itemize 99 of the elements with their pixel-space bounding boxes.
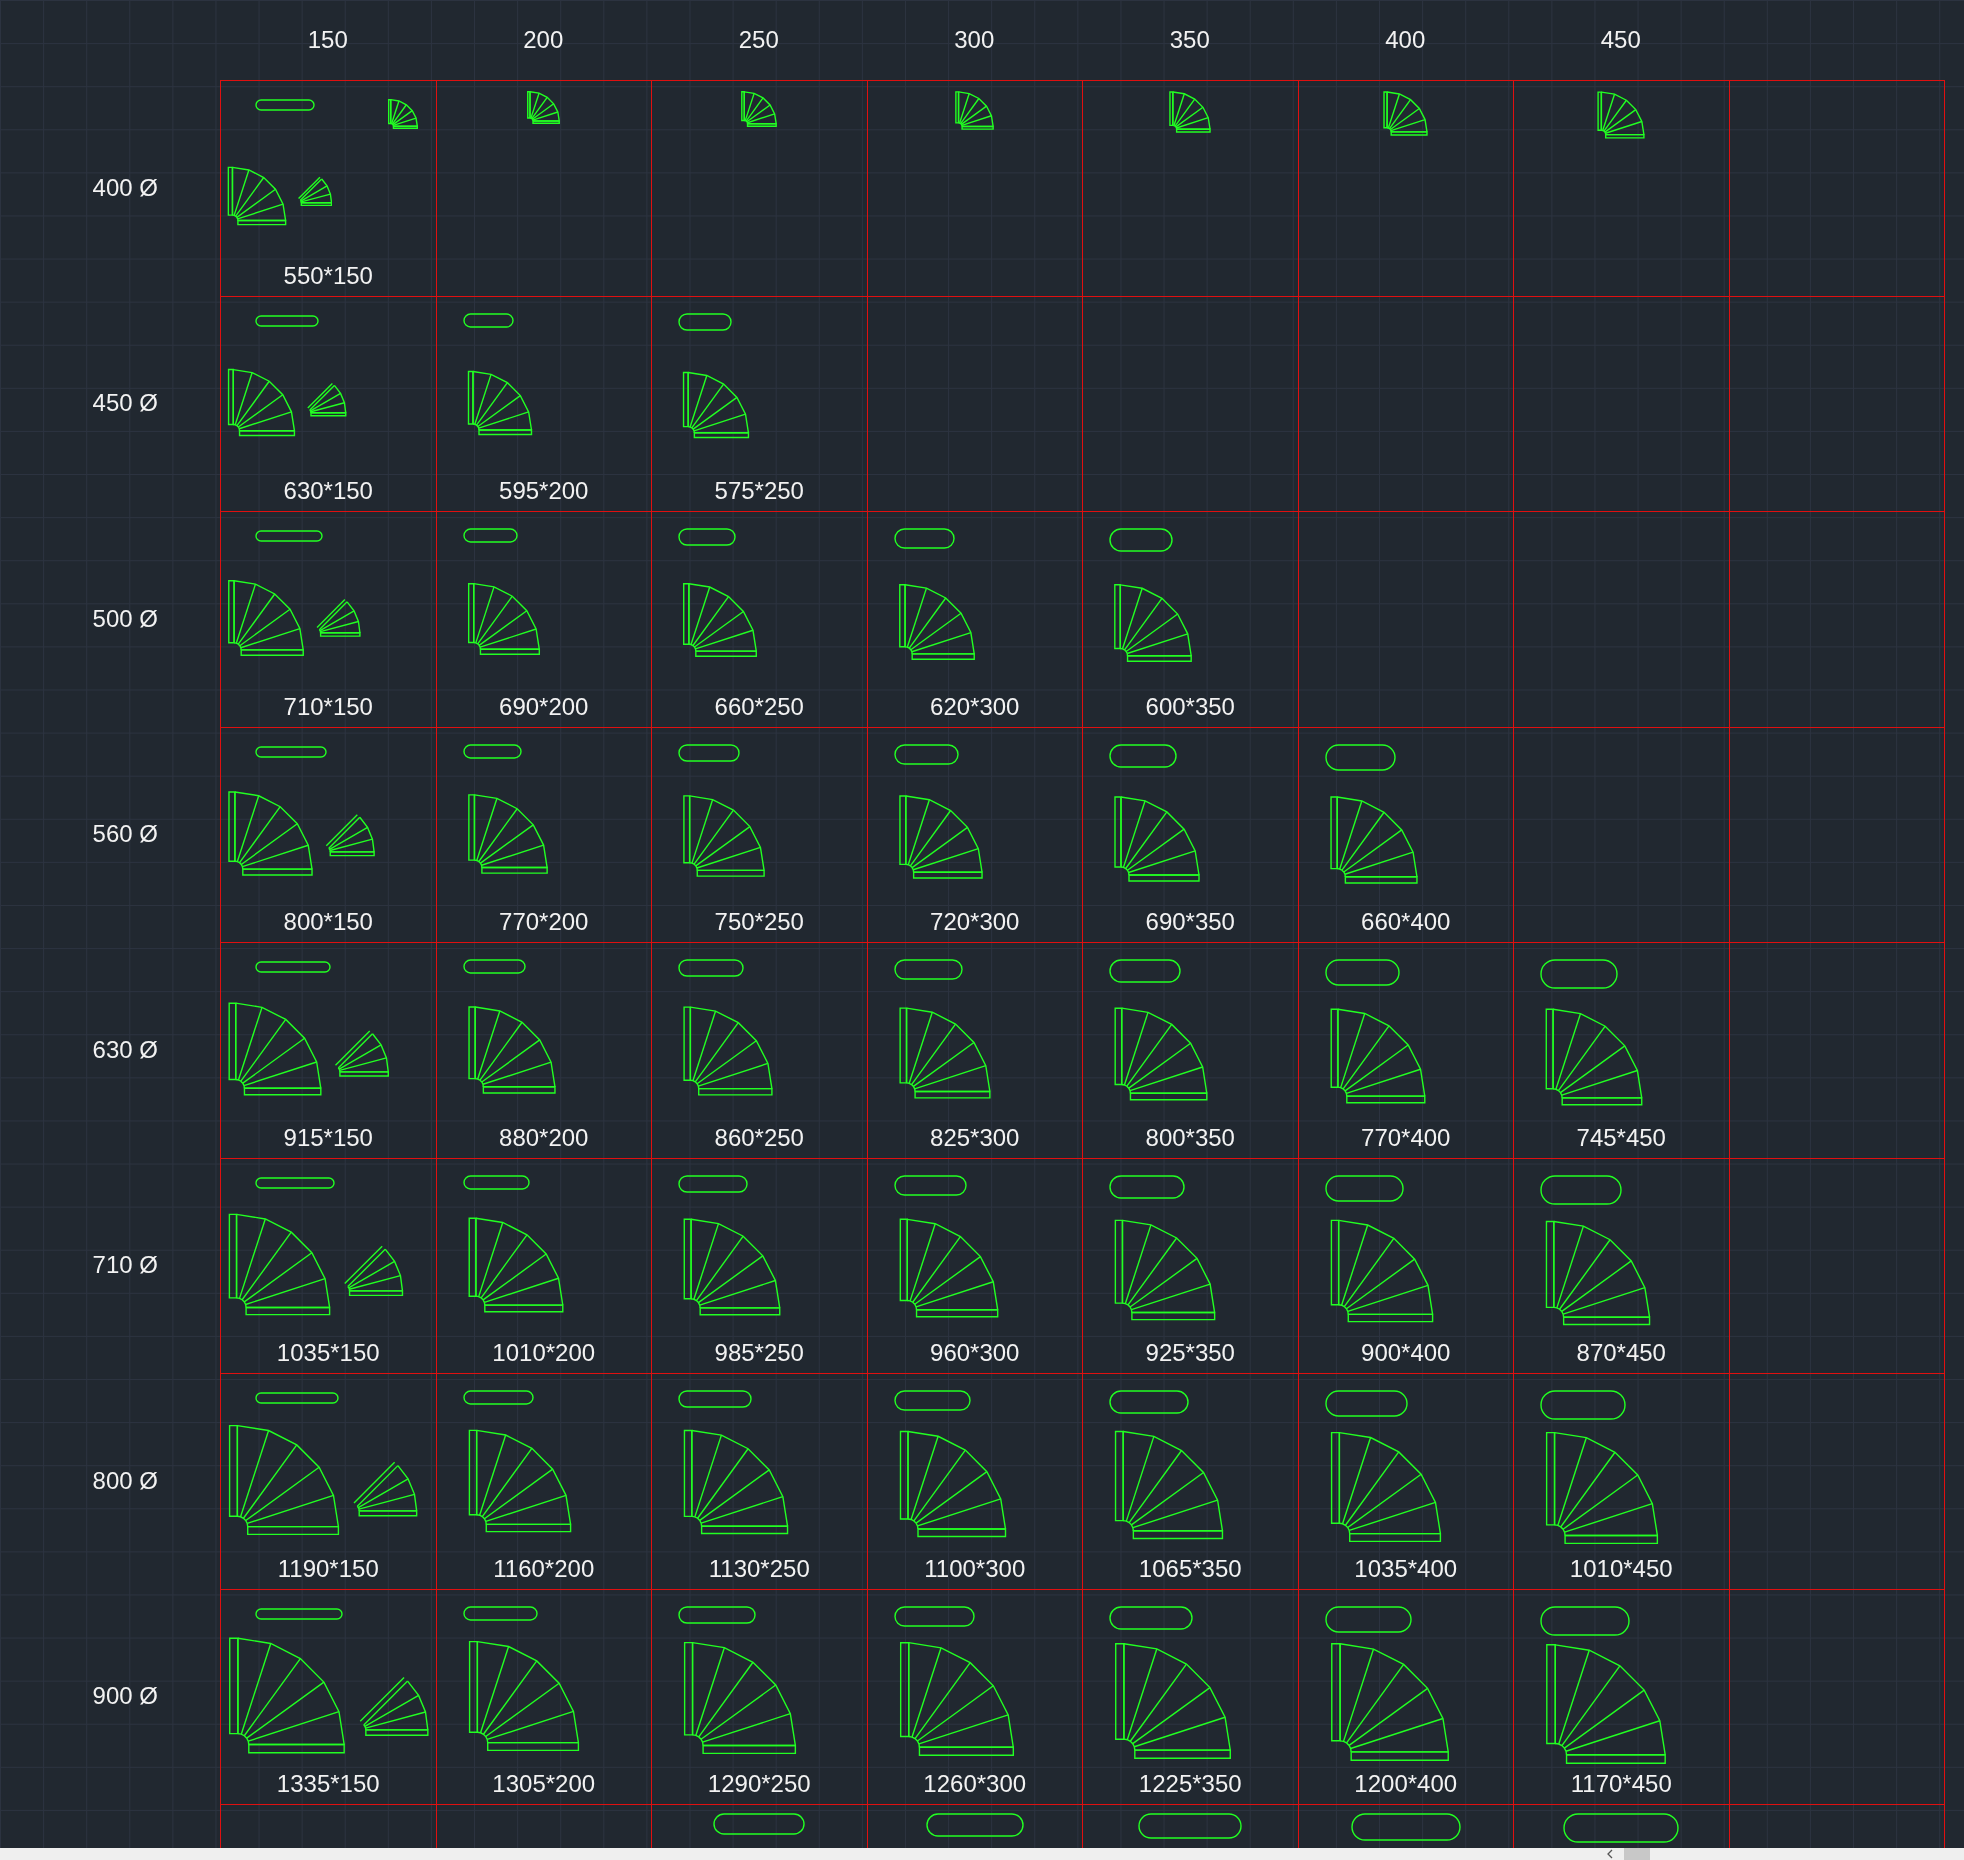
size-label: 1305*200 bbox=[492, 1772, 596, 1796]
size-label: 750*250 bbox=[714, 910, 804, 934]
size-label: 660*400 bbox=[1361, 910, 1451, 934]
column-header: 400 bbox=[1385, 25, 1426, 55]
size-label: 860*250 bbox=[714, 1125, 804, 1150]
elbow-drawing bbox=[297, 176, 333, 207]
elbow-drawing bbox=[527, 91, 561, 124]
size-label: 690*200 bbox=[499, 694, 589, 719]
oval-outline-drawing bbox=[462, 528, 518, 543]
elbow-drawing bbox=[1169, 91, 1212, 133]
elbow-drawing bbox=[315, 597, 362, 638]
elbow-drawing bbox=[466, 370, 533, 437]
size-label: 1035*150 bbox=[276, 1341, 380, 1365]
oval-outline-drawing bbox=[255, 314, 319, 327]
column-header: 350 bbox=[1169, 25, 1210, 55]
elbow-drawing bbox=[333, 1028, 390, 1078]
oval-outline-drawing bbox=[678, 312, 732, 331]
size-label: 720*300 bbox=[930, 910, 1020, 934]
size-label: 620*300 bbox=[930, 694, 1020, 719]
size-label: 600*350 bbox=[1145, 694, 1235, 719]
oval-outline-drawing bbox=[893, 743, 959, 765]
size-label: 960*300 bbox=[930, 1341, 1020, 1365]
elbow-drawing bbox=[306, 382, 347, 418]
size-label: 800*150 bbox=[283, 910, 373, 934]
scrollbar-thumb[interactable] bbox=[1624, 1848, 1650, 1860]
size-label: 745*450 bbox=[1576, 1125, 1666, 1150]
size-label: 660*250 bbox=[714, 694, 804, 719]
size-label: 1065*350 bbox=[1138, 1556, 1242, 1581]
row-label: 500 Ø bbox=[92, 603, 158, 634]
size-label: 1035*400 bbox=[1354, 1556, 1458, 1581]
size-label: 550*150 bbox=[283, 263, 373, 288]
elbow-drawing bbox=[741, 91, 778, 127]
size-label: 1190*150 bbox=[277, 1556, 379, 1581]
row-label: 900 Ø bbox=[92, 1681, 158, 1712]
size-label: 1010*200 bbox=[492, 1341, 596, 1365]
size-label: 1170*450 bbox=[1570, 1772, 1672, 1796]
oval-outline-drawing bbox=[255, 530, 323, 542]
size-label: 1160*200 bbox=[493, 1556, 595, 1581]
elbow-drawing bbox=[227, 166, 287, 227]
size-label: 575*250 bbox=[714, 479, 804, 503]
size-label: 690*350 bbox=[1145, 910, 1235, 934]
row-label: 400 Ø bbox=[92, 172, 158, 203]
oval-outline-drawing bbox=[1109, 528, 1173, 552]
size-label: 1225*350 bbox=[1138, 1772, 1242, 1796]
elbow-drawing bbox=[682, 370, 750, 439]
size-label: 1200*400 bbox=[1354, 1772, 1458, 1796]
oval-outline-drawing bbox=[678, 528, 736, 546]
size-label: 800*350 bbox=[1145, 1125, 1235, 1150]
oval-outline-drawing bbox=[462, 1390, 534, 1405]
oval-outline-drawing bbox=[678, 959, 744, 977]
size-label: 770*400 bbox=[1361, 1125, 1451, 1150]
column-header: 250 bbox=[738, 25, 779, 55]
oval-outline-drawing bbox=[462, 312, 514, 328]
size-label: 915*150 bbox=[283, 1125, 373, 1150]
oval-outline-drawing bbox=[893, 528, 955, 549]
size-label: 1010*450 bbox=[1569, 1556, 1673, 1581]
elbow-drawing bbox=[227, 368, 296, 438]
oval-outline-drawing bbox=[462, 959, 526, 974]
size-label: 770*200 bbox=[499, 910, 589, 934]
size-label: 880*200 bbox=[499, 1125, 589, 1150]
size-label: 595*200 bbox=[499, 479, 589, 503]
size-label: 825*300 bbox=[930, 1125, 1020, 1150]
elbow-drawing bbox=[387, 99, 418, 129]
column-header: 450 bbox=[1600, 25, 1641, 55]
oval-outline-drawing bbox=[678, 743, 740, 762]
column-header: 300 bbox=[954, 25, 995, 55]
size-label: 1100*300 bbox=[924, 1556, 1026, 1581]
elbow-drawing bbox=[955, 91, 995, 130]
size-label: 870*450 bbox=[1576, 1341, 1666, 1365]
row-label: 800 Ø bbox=[92, 1465, 158, 1496]
column-header: 200 bbox=[523, 25, 564, 55]
elbow-drawing bbox=[1597, 91, 1646, 139]
oval-outline-drawing bbox=[1109, 959, 1181, 983]
oval-outline-drawing bbox=[1324, 743, 1396, 771]
column-header: 150 bbox=[307, 25, 348, 55]
elbow-drawing bbox=[324, 813, 376, 858]
oval-outline-drawing bbox=[678, 1174, 748, 1193]
oval-outline-drawing bbox=[462, 1174, 530, 1190]
size-label: 630*150 bbox=[283, 479, 373, 503]
size-label: 1260*300 bbox=[923, 1772, 1027, 1796]
oval-outline-drawing bbox=[255, 745, 327, 758]
elbow-drawing bbox=[1383, 91, 1429, 136]
size-label: 1290*250 bbox=[707, 1772, 811, 1796]
size-label: 1130*250 bbox=[708, 1556, 810, 1581]
size-label: 1335*150 bbox=[276, 1772, 380, 1796]
size-label: 925*350 bbox=[1145, 1341, 1235, 1365]
elbow-drawing bbox=[351, 1459, 419, 1518]
row-label: 710 Ø bbox=[92, 1250, 158, 1281]
row-label: 630 Ø bbox=[92, 1034, 158, 1065]
oval-outline-drawing bbox=[1109, 743, 1177, 768]
size-label: 710*150 bbox=[283, 694, 373, 719]
row-label: 560 Ø bbox=[92, 819, 158, 850]
row-label: 450 Ø bbox=[92, 388, 158, 419]
oval-outline-drawing bbox=[893, 959, 963, 980]
size-label: 985*250 bbox=[714, 1341, 804, 1365]
oval-outline-drawing bbox=[462, 743, 522, 759]
elbow-drawing bbox=[342, 1244, 404, 1298]
size-label: 900*400 bbox=[1361, 1341, 1451, 1365]
oval-outline-drawing bbox=[255, 99, 315, 111]
